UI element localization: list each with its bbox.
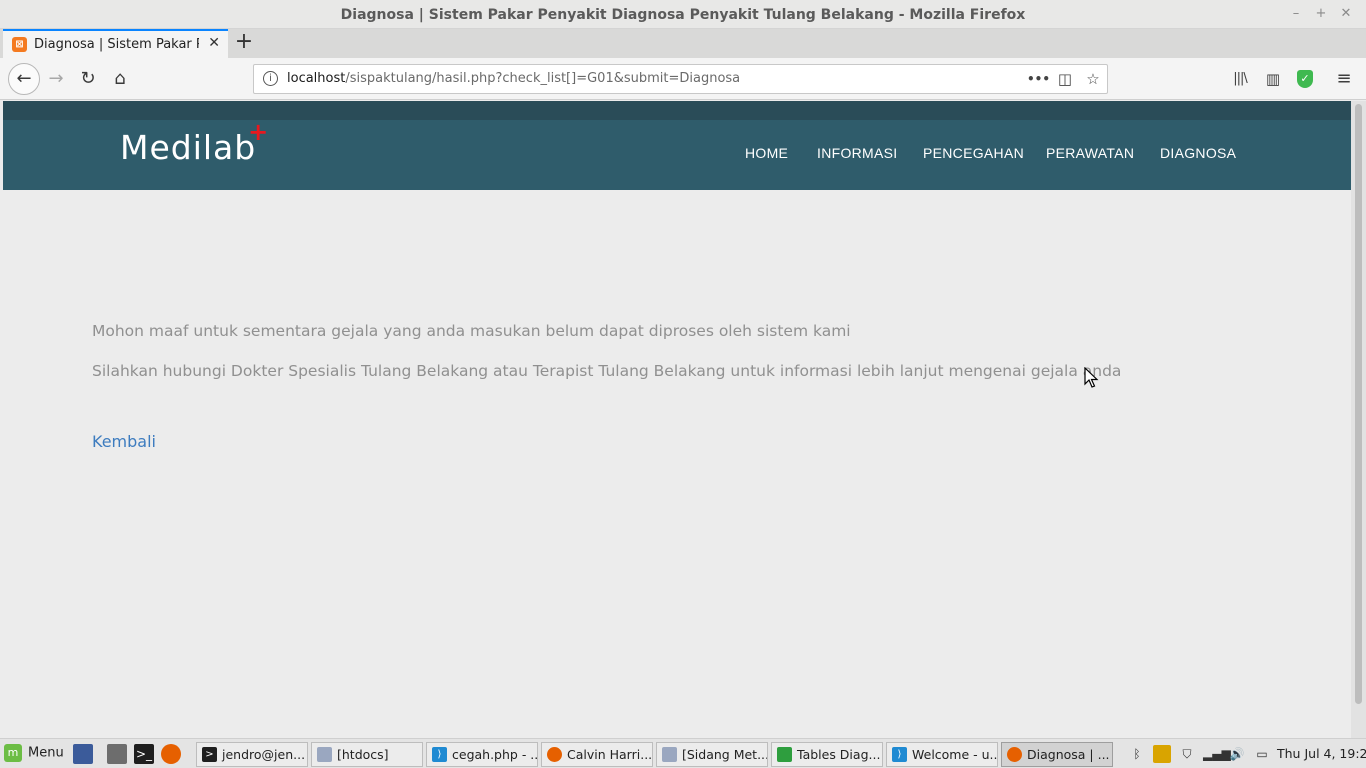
nav-home[interactable]: HOME xyxy=(745,145,788,161)
tab-title: Diagnosa | Sistem Pakar Penyakit Diagnos… xyxy=(34,37,199,52)
battery-icon[interactable]: ▭ xyxy=(1253,745,1271,763)
medilab-logo[interactable]: Medilab + xyxy=(120,118,268,167)
message-not-processed: Mohon maaf untuk sementara gejala yang a… xyxy=(92,322,851,340)
folder-icon xyxy=(317,747,332,762)
back-button[interactable]: ← xyxy=(8,63,40,95)
navigation-toolbar: ← → ↻ ⌂ i localhost/sispaktulang/hasil.p… xyxy=(0,58,1366,100)
taskbar-item-label: Tables Diag... xyxy=(797,747,881,762)
page-viewport: Medilab + HOME INFORMASI PENCEGAHAN PERA… xyxy=(3,101,1351,738)
window-title: Diagnosa | Sistem Pakar Penyakit Diagnos… xyxy=(340,7,1026,23)
firefox-launcher-icon[interactable] xyxy=(161,744,181,764)
terminal-icon: > xyxy=(202,747,217,762)
page-actions-icon[interactable]: ••• xyxy=(1027,69,1050,89)
nav-informasi[interactable]: INFORMASI xyxy=(817,145,897,161)
taskbar-item-label: Welcome - u... xyxy=(912,747,998,762)
taskbar-item-label: [htdocs] xyxy=(337,747,389,762)
start-menu-label: Menu xyxy=(28,745,64,761)
taskbar-item-label: jendro@jen... xyxy=(222,747,306,762)
site-info-icon[interactable]: i xyxy=(263,71,278,86)
page-scrollbar[interactable] xyxy=(1351,101,1366,738)
taskbar-item-tables[interactable]: Tables Diag... xyxy=(771,742,883,767)
xampp-favicon-icon: ⊠ xyxy=(12,37,27,52)
nav-diagnosa[interactable]: DIAGNOSA xyxy=(1160,145,1236,161)
mouse-cursor-icon xyxy=(1084,367,1099,388)
library-icon[interactable]: |||\ xyxy=(1229,68,1251,90)
folder-icon xyxy=(662,747,677,762)
taskbar-clock[interactable]: Thu Jul 4, 19:24 xyxy=(1277,746,1366,761)
url-text[interactable]: localhost/sispaktulang/hasil.php?check_l… xyxy=(287,71,740,86)
logo-text: Medilab xyxy=(120,128,257,167)
bluetooth-icon[interactable]: ᛒ xyxy=(1128,745,1146,763)
taskbar-item-firefox-calvin[interactable]: Calvin Harri... xyxy=(541,742,653,767)
taskbar-item-label: [Sidang Met... xyxy=(682,747,768,762)
taskbar-item-vscode-welcome[interactable]: ⟩ Welcome - u... xyxy=(886,742,998,767)
url-bar[interactable]: i localhost/sispaktulang/hasil.php?check… xyxy=(253,64,1108,94)
terminal-launcher-icon[interactable]: >_ xyxy=(134,744,154,764)
pocket-icon[interactable]: ◫ xyxy=(1055,69,1075,89)
taskbar-item-label: cegah.php - ... xyxy=(452,747,538,762)
scrollbar-thumb[interactable] xyxy=(1355,104,1362,704)
tab-diagnosa[interactable]: ⊠ Diagnosa | Sistem Pakar Penyakit Diagn… xyxy=(3,29,228,58)
minimize-button[interactable]: – xyxy=(1287,5,1305,23)
close-tab-icon[interactable]: ✕ xyxy=(208,35,220,51)
network-signal-icon[interactable]: ▂▄▆ xyxy=(1203,745,1231,763)
maximize-button[interactable]: + xyxy=(1312,5,1330,23)
taskbar-item-terminal[interactable]: > jendro@jen... xyxy=(196,742,308,767)
bookmark-star-icon[interactable]: ☆ xyxy=(1083,69,1103,89)
hamburger-menu-icon[interactable]: ≡ xyxy=(1333,68,1355,90)
volume-icon[interactable]: 🔊 xyxy=(1228,745,1246,763)
firefox-icon xyxy=(547,747,562,762)
forward-button[interactable]: → xyxy=(42,65,70,93)
url-path: /sispaktulang/hasil.php?check_list[]=G01… xyxy=(345,71,741,86)
home-button[interactable]: ⌂ xyxy=(106,65,134,93)
kembali-link[interactable]: Kembali xyxy=(92,432,156,451)
update-manager-icon[interactable] xyxy=(1153,745,1171,763)
mint-logo-icon: m xyxy=(4,744,22,762)
nav-perawatan[interactable]: PERAWATAN xyxy=(1046,145,1134,161)
show-desktop-icon[interactable] xyxy=(73,744,93,764)
site-header: Medilab + HOME INFORMASI PENCEGAHAN PERA… xyxy=(3,118,1351,190)
vscode-icon: ⟩ xyxy=(892,747,907,762)
new-tab-button[interactable]: + xyxy=(233,31,255,53)
logo-plus-icon: + xyxy=(248,118,270,146)
site-top-strip xyxy=(3,101,1351,120)
nav-pencegahan[interactable]: PENCEGAHAN xyxy=(923,145,1024,161)
tracking-shield-icon[interactable]: ✓ xyxy=(1297,70,1313,88)
taskbar-item-vscode-cegah[interactable]: ⟩ cegah.php - ... xyxy=(426,742,538,767)
taskbar-item-firefox-diagnosa[interactable]: Diagnosa | ... xyxy=(1001,742,1113,767)
sidebar-icon[interactable]: ▥ xyxy=(1262,68,1284,90)
start-menu-button[interactable]: m Menu xyxy=(4,744,64,764)
taskbar-item-htdocs[interactable]: [htdocs] xyxy=(311,742,423,767)
taskbar-item-label: Calvin Harri... xyxy=(567,747,653,762)
close-window-button[interactable]: ✕ xyxy=(1337,5,1355,23)
tab-strip: ⊠ Diagnosa | Sistem Pakar Penyakit Diagn… xyxy=(0,29,1366,58)
message-contact-doctor: Silahkan hubungi Dokter Spesialis Tulang… xyxy=(92,362,1122,380)
url-host: localhost xyxy=(287,71,346,86)
vscode-icon: ⟩ xyxy=(432,747,447,762)
taskbar-item-sidang[interactable]: [Sidang Met... xyxy=(656,742,768,767)
reload-button[interactable]: ↻ xyxy=(74,65,102,93)
window-titlebar: Diagnosa | Sistem Pakar Penyakit Diagnos… xyxy=(0,0,1366,29)
spreadsheet-icon xyxy=(777,747,792,762)
taskbar-item-label: Diagnosa | ... xyxy=(1027,747,1110,762)
file-manager-launcher-icon[interactable] xyxy=(107,744,127,764)
firefox-icon xyxy=(1007,747,1022,762)
security-shield-icon[interactable]: ⛉ xyxy=(1178,745,1196,763)
taskbar: m Menu >_ > jendro@jen... [htdocs] ⟩ cegah.… xyxy=(0,738,1366,768)
